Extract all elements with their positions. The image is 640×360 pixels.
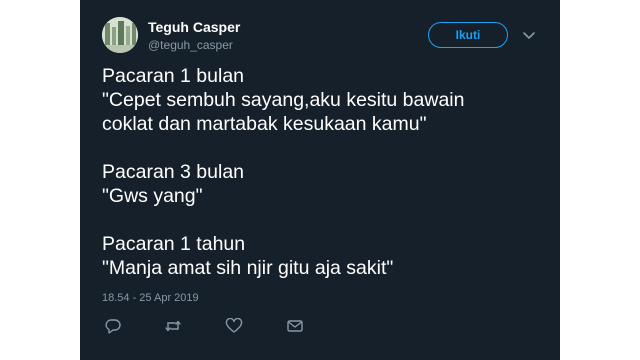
reply-icon[interactable] — [104, 318, 122, 334]
user-handle[interactable]: @teguh_casper — [148, 38, 233, 52]
heart-icon[interactable] — [225, 318, 243, 334]
display-name[interactable]: Teguh Casper — [148, 19, 240, 35]
message-icon[interactable] — [286, 318, 304, 334]
tweet-card: Teguh Casper @teguh_casper Ikuti Pacaran… — [80, 0, 560, 360]
retweet-icon[interactable] — [164, 318, 182, 334]
timestamp[interactable]: 18.54 - 25 Apr 2019 — [102, 292, 199, 304]
follow-button[interactable]: Ikuti — [428, 22, 508, 48]
chevron-down-icon[interactable] — [520, 26, 538, 44]
tweet-paragraph: Pacaran 3 bulan "Gws yang" — [102, 160, 542, 208]
paragraph-heading: Pacaran 3 bulan — [102, 161, 245, 183]
paragraph-line: "Gws yang" — [102, 185, 203, 207]
paragraph-heading: Pacaran 1 tahun — [102, 233, 246, 255]
paragraph-line: coklat dan martabak kesukaan kamu" — [102, 113, 427, 135]
paragraph-line: "Cepet sembuh sayang,aku kesitu bawain — [102, 89, 465, 111]
tweet-paragraph: Pacaran 1 tahun "Manja amat sih njir git… — [102, 232, 542, 280]
paragraph-heading: Pacaran 1 bulan — [102, 65, 245, 87]
avatar[interactable] — [102, 17, 138, 53]
tweet-paragraph: Pacaran 1 bulan "Cepet sembuh sayang,aku… — [102, 64, 542, 136]
paragraph-line: "Manja amat sih njir gitu aja sakit" — [102, 257, 394, 279]
tweet-text: Pacaran 1 bulan "Cepet sembuh sayang,aku… — [102, 64, 542, 304]
